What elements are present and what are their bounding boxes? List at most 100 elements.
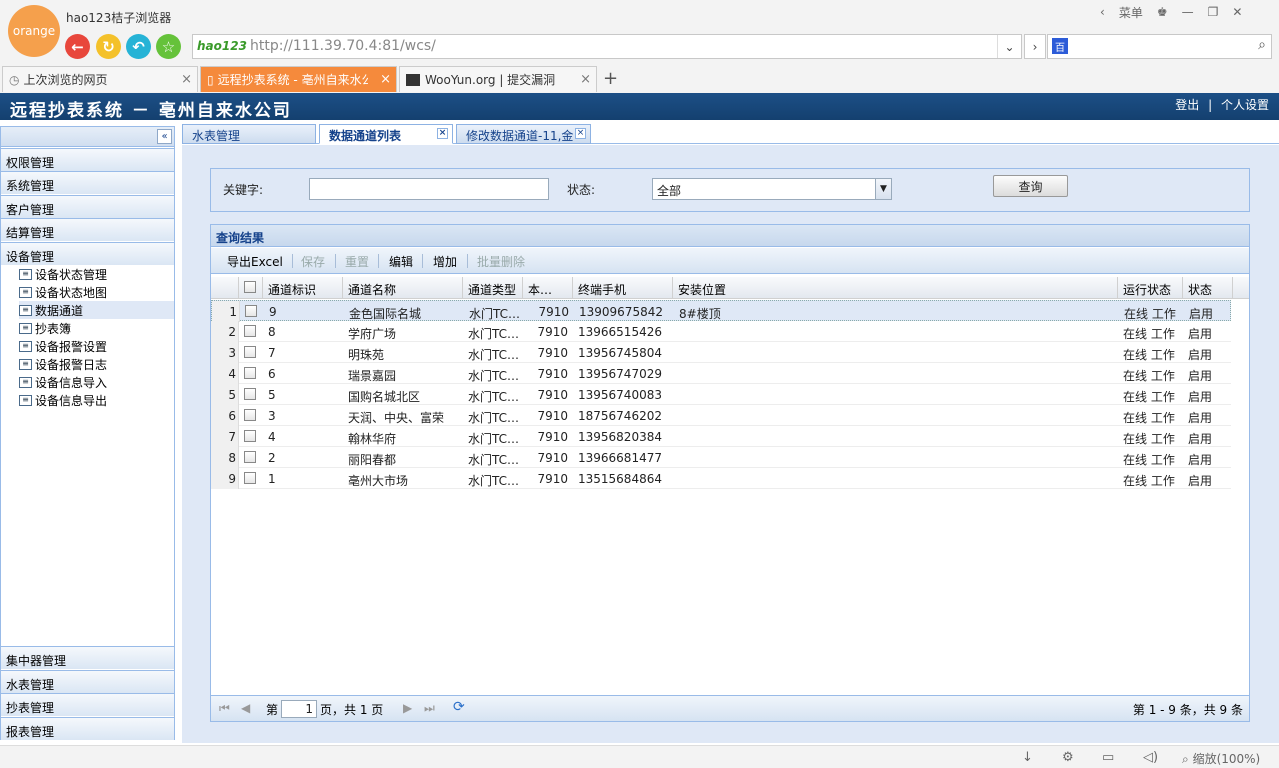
row-checkbox[interactable] xyxy=(244,367,256,379)
query-button[interactable]: 查询 xyxy=(993,175,1068,197)
chevron-left-icon[interactable]: ‹ xyxy=(1100,5,1105,19)
tab-water-meter[interactable]: 水表管理 xyxy=(182,124,316,144)
add-button[interactable]: 增加 xyxy=(433,253,457,270)
back-icon[interactable]: ← xyxy=(65,34,90,59)
row-checkbox[interactable] xyxy=(244,409,256,421)
row-checkbox[interactable] xyxy=(244,451,256,463)
new-tab-button[interactable]: + xyxy=(603,68,618,89)
chevron-down-icon[interactable]: ⌄ xyxy=(997,35,1021,58)
row-checkbox[interactable] xyxy=(244,346,256,358)
edit-button[interactable]: 编辑 xyxy=(389,253,413,270)
next-page-icon[interactable]: ▶ xyxy=(403,701,412,715)
table-row[interactable]: 8 2 丽阳春都 水门TC… 7910 13966681477 在线 工作 启用 xyxy=(211,447,1231,468)
collapse-icon[interactable]: « xyxy=(157,129,172,144)
refresh-icon[interactable]: ↻ xyxy=(96,34,121,59)
header-select-all[interactable] xyxy=(239,277,263,299)
header-channel-name[interactable]: 通道名称 xyxy=(343,277,463,299)
restore-icon[interactable]: ❐ xyxy=(1208,5,1219,19)
sidebar-group-concentrator[interactable]: 集中器管理 xyxy=(1,646,174,669)
tree-item-device-status[interactable]: ≡ 设备状态管理 xyxy=(19,265,174,283)
undo-icon[interactable]: ↶ xyxy=(126,34,151,59)
zoom-control[interactable]: ⌕ 缩放(100%) xyxy=(1182,750,1260,767)
gear-icon[interactable]: ⚙ xyxy=(1062,750,1074,765)
last-page-icon[interactable]: ⏭ xyxy=(424,701,435,716)
tree-item-alarm-settings[interactable]: ≡ 设备报警设置 xyxy=(19,337,174,355)
table-row[interactable]: 1 9 金色国际名城 水门TC… 7910 13909675842 8#楼顶 在线 工作 启用 xyxy=(211,300,1231,322)
sidebar-group-system[interactable]: 系统管理 xyxy=(1,171,174,194)
row-checkbox[interactable] xyxy=(244,472,256,484)
tab-close-icon[interactable]: × xyxy=(575,128,586,139)
sidebar-group-meter-reading[interactable]: 抄表管理 xyxy=(1,693,174,716)
export-excel-button[interactable]: 导出Excel xyxy=(227,253,283,270)
row-checkbox[interactable] xyxy=(245,305,257,317)
row-select[interactable] xyxy=(239,468,263,489)
skin-icon[interactable]: ♚ xyxy=(1157,5,1168,19)
page-number-input[interactable]: 1 xyxy=(281,700,317,718)
browser-tab-wooyun[interactable]: WooYun.org | 提交漏洞 × xyxy=(399,66,597,92)
tree-item-export[interactable]: ≡ 设备信息导出 xyxy=(19,391,174,409)
first-page-icon[interactable]: ⏮ xyxy=(219,701,230,716)
tree-item-reading-book[interactable]: ≡ 抄表簿 xyxy=(19,319,174,337)
row-select[interactable] xyxy=(239,342,263,363)
search-input[interactable]: 百 ⌕ xyxy=(1047,34,1272,59)
sidebar-group-permission[interactable]: 权限管理 xyxy=(1,148,174,171)
table-row[interactable]: 9 1 亳州大市场 水门TC… 7910 13515684864 在线 工作 启用 xyxy=(211,468,1231,489)
table-row[interactable]: 3 7 明珠苑 水门TC… 7910 13956745804 在线 工作 启用 xyxy=(211,342,1231,363)
tab-close-icon[interactable]: × xyxy=(181,72,192,87)
header-phone[interactable]: 终端手机 xyxy=(573,277,673,299)
close-icon[interactable]: ✕ xyxy=(1232,5,1242,19)
menu-button[interactable]: 菜单 xyxy=(1119,4,1143,21)
status-select[interactable]: 全部 ▼ xyxy=(652,178,892,200)
prev-page-icon[interactable]: ◀ xyxy=(241,701,250,715)
sidebar-group-report[interactable]: 报表管理 xyxy=(1,717,174,740)
table-row[interactable]: 2 8 学府广场 水门TC… 7910 13966515426 在线 工作 启用 xyxy=(211,321,1231,342)
row-select[interactable] xyxy=(239,321,263,342)
table-row[interactable]: 4 6 瑞景嘉园 水门TC… 7910 13956747029 在线 工作 启用 xyxy=(211,363,1231,384)
speaker-icon[interactable]: ◁) xyxy=(1143,750,1158,765)
header-code[interactable]: 本… xyxy=(523,277,573,299)
header-run-status[interactable]: 运行状态 xyxy=(1118,277,1183,299)
header-channel-id[interactable]: 通道标识 xyxy=(263,277,343,299)
logout-link[interactable]: 登出 xyxy=(1175,98,1199,112)
sidebar-group-customer[interactable]: 客户管理 xyxy=(1,195,174,218)
browser-tab-active[interactable]: ▯ 远程抄表系统 - 亳州自来水公 × xyxy=(200,66,397,92)
tab-close-icon[interactable]: × xyxy=(580,72,591,87)
tree-item-import[interactable]: ≡ 设备信息导入 xyxy=(19,373,174,391)
row-select[interactable] xyxy=(239,447,263,468)
tab-close-icon[interactable]: × xyxy=(437,128,448,139)
tab-edit-channel[interactable]: 修改数据通道-11,金 × xyxy=(456,124,591,144)
select-all-checkbox[interactable] xyxy=(244,281,256,293)
keyword-input[interactable] xyxy=(309,178,549,200)
refresh-icon[interactable]: ⟳ xyxy=(453,699,465,715)
personal-settings-link[interactable]: 个人设置 xyxy=(1221,98,1269,112)
table-row[interactable]: 7 4 翰林华府 水门TC… 7910 13956820384 在线 工作 启用 xyxy=(211,426,1231,447)
row-select[interactable] xyxy=(239,426,263,447)
tree-item-data-channel[interactable]: ≡ 数据通道 xyxy=(19,301,174,319)
baidu-icon[interactable]: 百 xyxy=(1052,38,1068,54)
download-icon[interactable]: ↓ xyxy=(1022,750,1033,765)
header-location[interactable]: 安装位置 xyxy=(673,277,1118,299)
sidebar-group-settlement[interactable]: 结算管理 xyxy=(1,218,174,241)
header-channel-type[interactable]: 通道类型 xyxy=(463,277,523,299)
address-bar[interactable]: hao123 http://111.39.70.4:81/wcs/ ⌄ xyxy=(192,34,1022,59)
row-checkbox[interactable] xyxy=(244,430,256,442)
chevron-down-icon[interactable]: ▼ xyxy=(875,179,891,199)
row-select[interactable] xyxy=(239,363,263,384)
tab-channel-list[interactable]: 数据通道列表 × xyxy=(319,124,453,144)
forward-icon[interactable]: › xyxy=(1024,34,1046,59)
minimize-icon[interactable]: — xyxy=(1182,5,1194,19)
favorite-star-icon[interactable]: ☆ xyxy=(156,34,181,59)
sidebar-group-device[interactable]: 设备管理 xyxy=(1,242,174,265)
table-row[interactable]: 5 5 国购名城北区 水门TC… 7910 13956740083 在线 工作 启用 xyxy=(211,384,1231,405)
row-select[interactable] xyxy=(239,405,263,426)
save-button[interactable]: 保存 xyxy=(301,253,325,270)
screen-icon[interactable]: ▭ xyxy=(1102,750,1114,765)
row-select[interactable] xyxy=(239,384,263,405)
batch-delete-button[interactable]: 批量删除 xyxy=(477,253,525,270)
table-row[interactable]: 6 3 天润、中央、富荣 水门TC… 7910 18756746202 在线 工作 启用 xyxy=(211,405,1231,426)
sidebar-group-water-meter[interactable]: 水表管理 xyxy=(1,670,174,693)
tree-item-device-map[interactable]: ≡ 设备状态地图 xyxy=(19,283,174,301)
row-checkbox[interactable] xyxy=(244,388,256,400)
url-text[interactable]: http://111.39.70.4:81/wcs/ xyxy=(250,38,436,54)
row-select[interactable] xyxy=(240,301,264,322)
